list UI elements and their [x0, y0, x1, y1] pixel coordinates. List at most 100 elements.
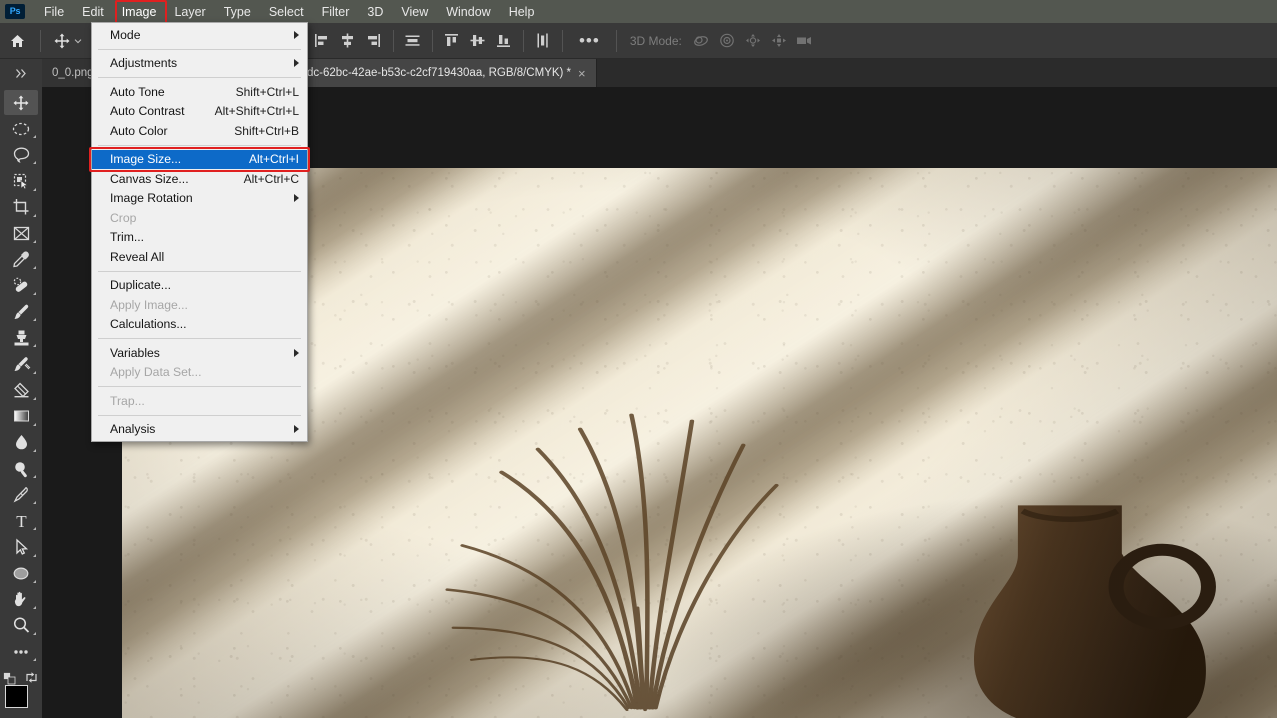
- submenu-arrow-icon: [294, 425, 299, 433]
- menu-option-reveal-all[interactable]: Reveal All: [92, 247, 307, 267]
- brush-tool[interactable]: [4, 299, 38, 324]
- menu-option-label: Mode: [110, 28, 299, 42]
- photoshop-logo: Ps: [5, 4, 25, 19]
- divider: [562, 30, 563, 52]
- lasso-tool[interactable]: [4, 142, 38, 167]
- align-top-edges-icon[interactable]: [439, 29, 465, 53]
- menu-option-crop: Crop: [92, 208, 307, 228]
- menu-option-trim[interactable]: Trim...: [92, 228, 307, 248]
- menu-item-edit[interactable]: Edit: [73, 2, 113, 22]
- active-tool-button[interactable]: [47, 24, 88, 58]
- menu-bar: Ps FileEditImageLayerTypeSelectFilter3DV…: [0, 0, 1277, 23]
- frame-tool[interactable]: [4, 221, 38, 246]
- pen-tool[interactable]: [4, 482, 38, 507]
- distribute-vertical-icon[interactable]: [530, 29, 556, 53]
- menu-option-image-size[interactable]: Image Size...Alt+Ctrl+I: [92, 150, 307, 170]
- align-left-edges-icon[interactable]: [309, 29, 335, 53]
- menu-option-variables[interactable]: Variables: [92, 343, 307, 363]
- menu-option-apply-data-set: Apply Data Set...: [92, 363, 307, 383]
- menu-item-help[interactable]: Help: [500, 2, 544, 22]
- align-right-edges-icon[interactable]: [361, 29, 387, 53]
- submenu-arrow-icon: [294, 194, 299, 202]
- menu-separator: [98, 415, 301, 416]
- menu-option-image-rotation[interactable]: Image Rotation: [92, 189, 307, 209]
- move-tool-icon: [53, 32, 71, 50]
- menu-option-auto-tone[interactable]: Auto ToneShift+Ctrl+L: [92, 82, 307, 102]
- menu-option-auto-color[interactable]: Auto ColorShift+Ctrl+B: [92, 121, 307, 141]
- edit-toolbar-tool[interactable]: [4, 639, 38, 664]
- menu-item-image[interactable]: Image: [113, 2, 166, 22]
- align-bottom-edges-icon[interactable]: [491, 29, 517, 53]
- panel-expand-button[interactable]: [0, 59, 42, 87]
- three-d-mode-label: 3D Mode:: [623, 34, 689, 48]
- menu-option-label: Calculations...: [110, 317, 299, 331]
- gradient-tool[interactable]: [4, 404, 38, 429]
- chevron-double-right-icon: [15, 68, 28, 79]
- pan-3d-icon: [741, 29, 767, 53]
- menu-option-trap: Trap...: [92, 391, 307, 411]
- eyedropper-tool[interactable]: [4, 247, 38, 272]
- dodge-tool[interactable]: [4, 456, 38, 481]
- divider: [616, 30, 617, 52]
- menu-option-canvas-size[interactable]: Canvas Size...Alt+Ctrl+C: [92, 169, 307, 189]
- hand-tool[interactable]: [4, 587, 38, 612]
- menu-option-mode[interactable]: Mode: [92, 25, 307, 45]
- menu-option-calculations[interactable]: Calculations...: [92, 315, 307, 335]
- home-icon[interactable]: [0, 24, 34, 58]
- chevron-down-icon: [74, 37, 82, 45]
- menu-option-label: Trim...: [110, 230, 299, 244]
- eraser-tool[interactable]: [4, 378, 38, 403]
- menu-item-view[interactable]: View: [392, 2, 437, 22]
- history-brush-tool[interactable]: [4, 351, 38, 376]
- move-tool[interactable]: [4, 90, 38, 115]
- crop-tool[interactable]: [4, 195, 38, 220]
- elliptical-marquee-tool[interactable]: [4, 116, 38, 141]
- menu-separator: [98, 386, 301, 387]
- menu-option-adjustments[interactable]: Adjustments: [92, 54, 307, 74]
- menu-option-shortcut: Alt+Ctrl+I: [249, 152, 299, 166]
- menu-option-shortcut: Shift+Ctrl+L: [236, 85, 299, 99]
- menu-separator: [98, 271, 301, 272]
- distribute-horizontal-icon[interactable]: [400, 29, 426, 53]
- menu-option-shortcut: Alt+Ctrl+C: [244, 172, 299, 186]
- menu-item-file[interactable]: File: [35, 2, 73, 22]
- menu-option-label: Analysis: [110, 422, 299, 436]
- image-menu-dropdown[interactable]: ModeAdjustmentsAuto ToneShift+Ctrl+LAuto…: [91, 22, 308, 442]
- menu-option-label: Image Rotation: [110, 191, 299, 205]
- menu-item-select[interactable]: Select: [260, 2, 313, 22]
- svg-text:T: T: [16, 512, 27, 530]
- menu-option-analysis[interactable]: Analysis: [92, 420, 307, 440]
- menu-separator: [98, 49, 301, 50]
- menu-option-label: Variables: [110, 346, 299, 360]
- type-tool[interactable]: T: [4, 508, 38, 533]
- healing-brush-tool[interactable]: [4, 273, 38, 298]
- menu-option-auto-contrast[interactable]: Auto Contrast Alt+Shift+Ctrl+L: [92, 102, 307, 122]
- divider: [432, 30, 433, 52]
- menu-option-label: Trap...: [110, 394, 299, 408]
- clone-stamp-tool[interactable]: [4, 325, 38, 350]
- menu-option-shortcut: Alt+Shift+Ctrl+L: [215, 104, 299, 118]
- menu-item-3d[interactable]: 3D: [358, 2, 392, 22]
- align-vertical-centers-icon[interactable]: [465, 29, 491, 53]
- menu-option-duplicate[interactable]: Duplicate...: [92, 276, 307, 296]
- path-selection-tool[interactable]: [4, 534, 38, 559]
- menu-option-label: Apply Image...: [110, 298, 299, 312]
- menu-item-type[interactable]: Type: [215, 2, 260, 22]
- close-icon[interactable]: ×: [578, 67, 586, 80]
- menu-item-layer[interactable]: Layer: [165, 2, 214, 22]
- menu-option-label: Auto Contrast: [110, 104, 201, 118]
- more-align-options-button[interactable]: •••: [569, 31, 610, 51]
- menu-item-filter[interactable]: Filter: [313, 2, 359, 22]
- menu-option-label: Crop: [110, 211, 299, 225]
- menu-separator: [98, 145, 301, 146]
- menu-item-window[interactable]: Window: [437, 2, 499, 22]
- ellipse-shape-tool[interactable]: [4, 561, 38, 586]
- tools-panel: T: [0, 87, 42, 718]
- foreground-color-swatch[interactable]: [5, 685, 28, 708]
- blur-tool[interactable]: [4, 430, 38, 455]
- menu-separator: [98, 77, 301, 78]
- zoom-tool[interactable]: [4, 613, 38, 638]
- quick-selection-tool[interactable]: [4, 168, 38, 193]
- orbit-3d-icon: [689, 29, 715, 53]
- align-horizontal-centers-icon[interactable]: [335, 29, 361, 53]
